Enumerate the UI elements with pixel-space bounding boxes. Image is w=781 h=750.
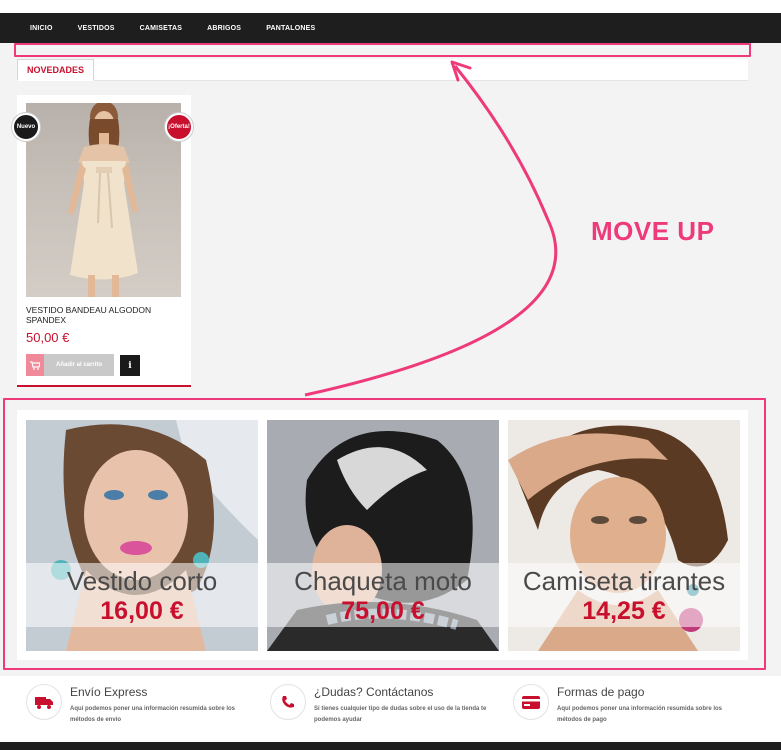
- phone-icon: [270, 684, 306, 720]
- product-price: 50,00 €: [26, 330, 70, 345]
- dress-model-illustration: [68, 103, 138, 297]
- feature-desc: Aquí podemos poner una información resum…: [557, 706, 723, 723]
- footer-bar: [0, 742, 781, 750]
- annotation-label: MOVE UP: [591, 216, 715, 246]
- feature-shipping: Envío Express Aquí podemos poner una inf…: [26, 684, 256, 734]
- feature-title: Envío Express: [70, 685, 148, 699]
- feature-title: ¿Dudas? Contáctanos: [314, 685, 434, 699]
- product-title[interactable]: VESTIDO BANDEAU ALGODON SPANDEX: [26, 305, 176, 325]
- product-tabs: NOVEDADES: [17, 59, 748, 81]
- credit-card-icon: [513, 684, 549, 720]
- feature-desc: Si tienes cualquier tipo de dudas sobre …: [314, 706, 487, 723]
- truck-icon: [26, 684, 62, 720]
- annotation-source-box: [3, 398, 766, 670]
- feature-title: Formas de pago: [557, 685, 645, 699]
- product-card: Nuevo ¡Oferta! VESTIDO BANDEAU ALGODON S…: [12, 95, 193, 387]
- feature-contact: ¿Dudas? Contáctanos Si tienes cualquier …: [270, 684, 500, 734]
- top-strip: [0, 0, 781, 13]
- product-image[interactable]: [26, 103, 181, 297]
- nav-item-pantalones[interactable]: PANTALONES: [266, 25, 315, 32]
- features-footer: Envío Express Aquí podemos poner una inf…: [0, 676, 781, 742]
- cart-icon: [26, 354, 44, 376]
- nav-item-inicio[interactable]: INICIO: [30, 25, 53, 32]
- nav-item-camisetas[interactable]: CAMISETAS: [140, 25, 183, 32]
- offer-badge: ¡Oferta!: [165, 113, 193, 141]
- feature-desc: Aquí podemos poner una información resum…: [70, 706, 236, 723]
- nav-item-abrigos[interactable]: ABRIGOS: [207, 25, 241, 32]
- annotation-target-box: [14, 43, 751, 57]
- add-to-cart-button[interactable]: Añadir al carrito: [26, 354, 114, 376]
- main-nav: INICIO VESTIDOS CAMISETAS ABRIGOS PANTAL…: [0, 13, 781, 43]
- add-to-cart-label: Añadir al carrito: [55, 362, 102, 368]
- new-badge: Nuevo: [12, 113, 40, 141]
- feature-payment: Formas de pago Aquí podemos poner una in…: [513, 684, 743, 734]
- tab-novedades[interactable]: NOVEDADES: [17, 59, 94, 81]
- nav-item-vestidos[interactable]: VESTIDOS: [78, 25, 115, 32]
- info-button[interactable]: i: [120, 355, 140, 376]
